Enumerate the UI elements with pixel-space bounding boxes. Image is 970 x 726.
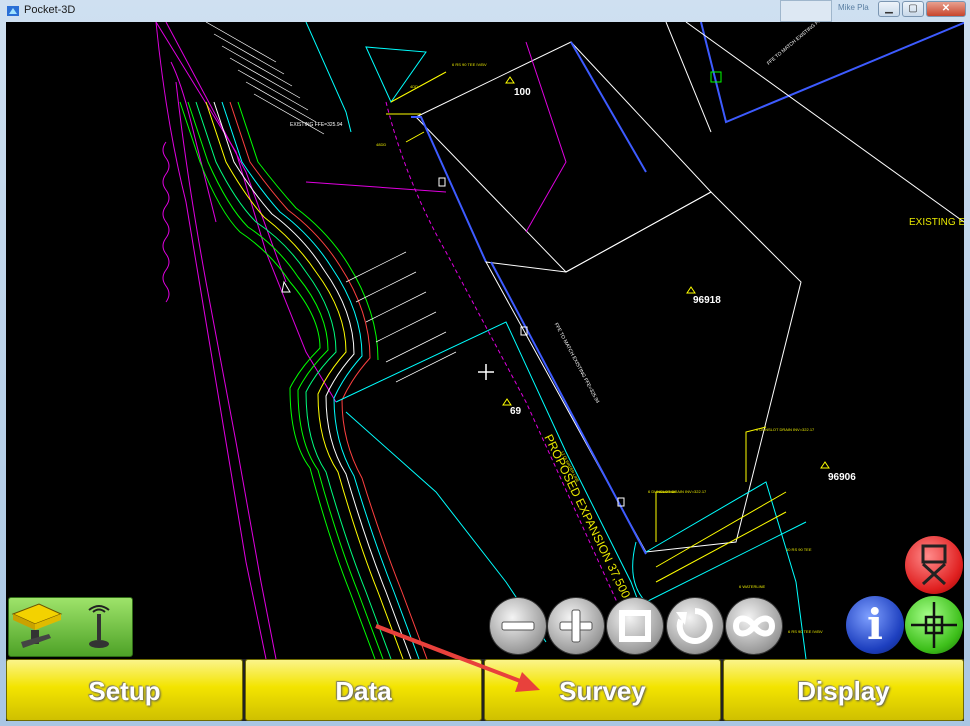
app-window: Pocket-3D Mike Pla ▁ ▢ ✕ 100 96918 69 96… (0, 0, 970, 726)
small-label-3: 48DD (376, 142, 387, 147)
cad-drawing (155, 22, 964, 659)
tab-setup[interactable]: Setup (6, 659, 243, 721)
zoom-in-button[interactable] (548, 598, 604, 654)
close-button[interactable]: ✕ (926, 1, 966, 17)
inlet-label-3: 6 DUNSLOT DRAIN INV=322.17 (648, 489, 707, 494)
inlet-label-1: 6 RS 90 TEE IV/BV (452, 62, 487, 67)
background-window-thumbnail (780, 0, 832, 22)
gps-status-panel[interactable] (8, 597, 133, 657)
point-label-100: 100 (514, 87, 531, 98)
minus-icon (501, 621, 535, 631)
map-canvas[interactable]: 100 96918 69 96906 EXISTING FFE=325.94 E… (6, 22, 964, 659)
inlet-label-2: 6 DUNSLOT DRAIN INV=322.17 (756, 427, 815, 432)
stop-button[interactable] (905, 536, 963, 594)
tee-label: 6 RS 90 TEE IV/BV (788, 629, 823, 634)
target-off-icon (921, 544, 947, 586)
minimize-button[interactable]: ▁ (878, 1, 900, 17)
tab-survey[interactable]: Survey (484, 659, 721, 721)
bottom-tab-bar: Setup Data Survey Display (6, 659, 964, 721)
app-icon (7, 6, 19, 16)
small-label-2: 4DD (410, 84, 419, 89)
existing-e-label: EXISTING E (909, 217, 964, 228)
gps-center-button[interactable] (905, 596, 963, 654)
info-button[interactable]: i (846, 596, 904, 654)
maximize-button[interactable]: ▢ (902, 1, 924, 17)
existing-ffe-label: EXISTING FFE=325.94 (290, 122, 343, 128)
zoom-out-button[interactable] (490, 598, 546, 654)
zoom-extents-button[interactable] (607, 598, 663, 654)
infinity-icon (732, 615, 776, 637)
crosshair-icon (911, 602, 957, 648)
point-label-96906: 96906 (828, 472, 856, 483)
rotate-icon (676, 608, 713, 644)
window-title: Pocket-3D (24, 4, 76, 16)
small-label-1: 10 RS 90 TEE (786, 547, 812, 552)
rover-antenna-icon (11, 603, 110, 648)
waterline-label: 6 WATERLINE (739, 584, 766, 589)
plus-icon (559, 609, 593, 643)
point-label-96918: 96918 (693, 295, 721, 306)
point-label-69: 69 (510, 406, 522, 417)
info-icon: i (867, 600, 883, 649)
rotate-button[interactable] (667, 598, 723, 654)
tab-data[interactable]: Data (245, 659, 482, 721)
infinity-button[interactable] (726, 598, 782, 654)
square-icon (619, 610, 651, 642)
title-bar: Pocket-3D Mike Pla ▁ ▢ ✕ (0, 0, 970, 22)
tab-display[interactable]: Display (723, 659, 964, 721)
